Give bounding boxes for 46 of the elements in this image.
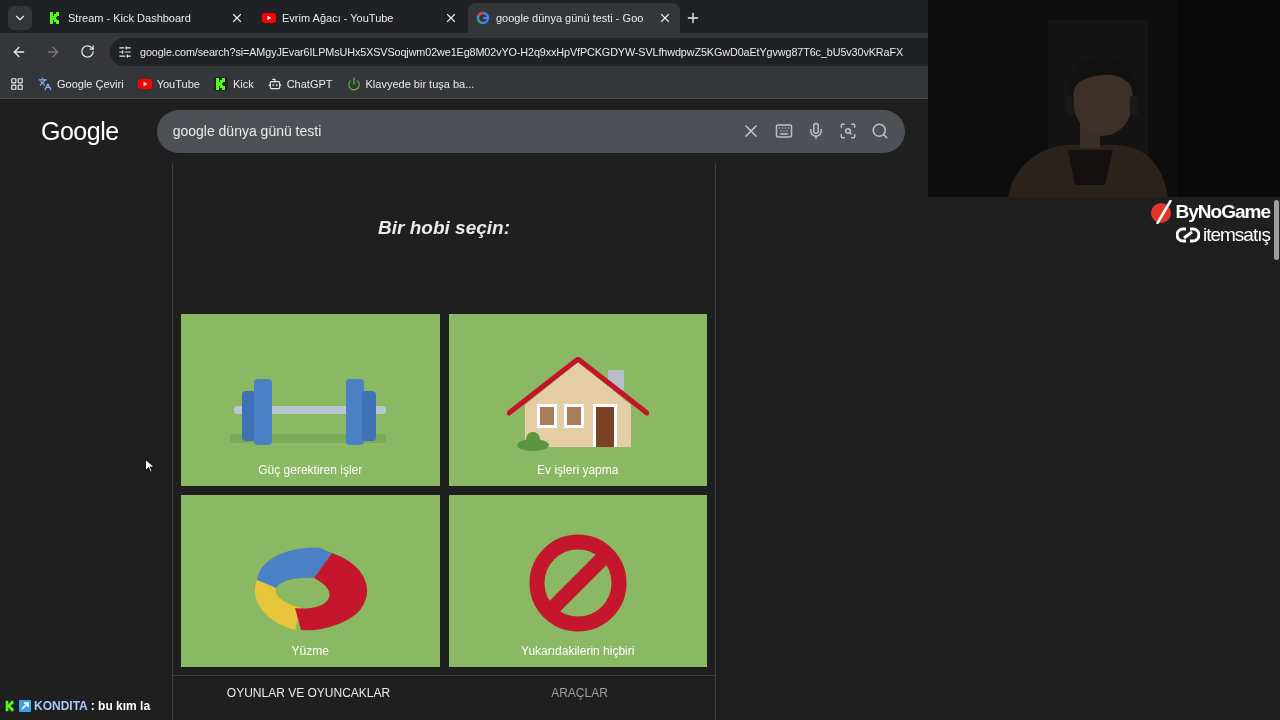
bookmark[interactable]: Kick [213,77,254,91]
bookmark[interactable]: ChatGPT [267,77,333,91]
chat-message: : bu kım la [90,699,151,713]
close-icon[interactable] [444,11,458,25]
tab-list-button[interactable] [8,6,32,30]
scrollbar-thumb[interactable] [1274,200,1279,260]
category-tab[interactable]: OYUNLAR VE OYUNCAKLAR [173,676,444,710]
bookmark[interactable]: YouTube [137,78,200,90]
google-logo-icon [476,11,490,25]
address-bar[interactable]: google.com/search?si=AMgyJEvar6ILPMsUHx5XSVSoqjwm02we1Eg8M02vYO-H2q9xxHpVfPCKGDYW-SVLfhwdpwZ5KGwD0aEtYgvwg87T6c_bU5v30vKRaFX [110,37,928,66]
camera-search-icon[interactable] [838,122,857,140]
kick-logo-icon [48,11,62,25]
link-logo-icon [1175,226,1200,244]
youtube-logo-icon [262,13,276,23]
search-query: google dünya günü testi [172,123,323,139]
url-text: google.com/search?si=AMgyJEvar6ILPMsUHx5XSVSoqjwm02we1Eg8M02vYO-H2q9xxHpVfPCKGDYW-SVLfhwdpwZ5KGwD0aEtYgvwg87T6c_bU5v30vKRaFX [140,45,903,58]
mouse-cursor-icon [145,459,154,473]
search-icon[interactable] [870,122,889,140]
browser-tab[interactable]: Evrim Ağacı - YouTube [254,3,466,33]
browser-tab[interactable]: google dünya günü testi - Goo [468,3,680,33]
google-logo[interactable]: Google [41,116,119,146]
arrow-badge-icon [19,700,31,712]
prohibition-sign-icon [528,534,627,632]
bot-icon [267,77,282,91]
translate-icon [38,77,52,91]
sponsor-name: ByNoGame [1175,201,1270,223]
close-icon[interactable] [230,11,244,25]
plus-icon [685,10,701,26]
chat-username: KONDITA [34,699,88,713]
question-title: Bir hobi seçin: [377,217,511,239]
site-settings-icon[interactable] [118,44,132,59]
sponsor-name: itemsatış [1202,224,1270,246]
search-field[interactable]: google dünya günü testi [156,109,905,153]
bookmark[interactable]: Klavyede bir tuşa ba... [346,77,475,91]
browser-tab[interactable]: Stream - Kick Dashboard [40,3,252,33]
bookmark[interactable]: Google Çeviri [38,77,124,91]
reload-icon [79,44,95,59]
kick-logo-icon [4,700,16,712]
category-tab[interactable]: ARAÇLAR [444,676,715,710]
feather-logo-icon [1150,200,1173,224]
keyboard-icon[interactable] [774,122,793,140]
power-icon [346,77,361,91]
kick-logo-icon [213,77,228,91]
close-icon[interactable] [658,11,672,25]
youtube-logo-icon [137,79,152,89]
apps-icon[interactable] [10,77,24,91]
